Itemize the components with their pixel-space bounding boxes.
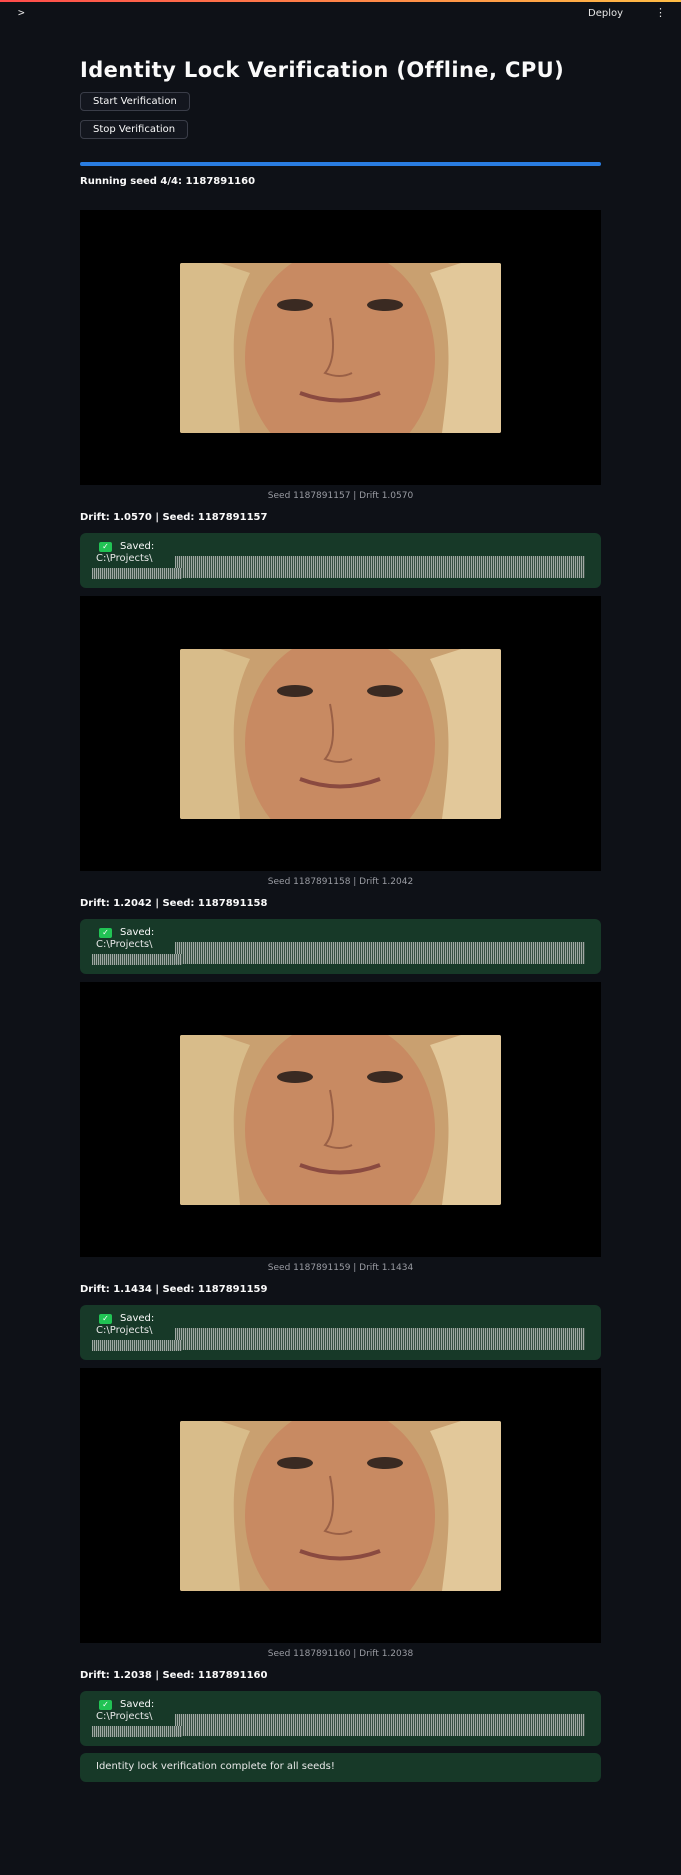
deploy-button[interactable]: Deploy [588,8,623,19]
main-content: Identity Lock Verification (Offline, CPU… [80,58,601,187]
redacted-path [175,942,585,964]
saved-alert: ✓ Saved: C:\Projects\ [80,1691,601,1746]
result-image-frame [80,1368,601,1643]
check-icon: ✓ [99,1699,112,1710]
redacted-path [175,1714,585,1736]
saved-path: C:\Projects\ [96,1711,153,1722]
result-image-frame [80,210,601,485]
completion-message: Identity lock verification complete for … [96,1761,335,1772]
redacted-path-continued [92,1726,182,1737]
status-text: Running seed 4/4: 1187891160 [80,176,256,187]
drift-result-line: Drift: 1.2038 | Seed: 1187891160 [80,1670,268,1681]
image-caption: Seed 1187891160 | Drift 1.2038 [267,1649,414,1659]
check-icon: ✓ [99,1313,112,1324]
redacted-path-continued [92,1340,182,1351]
result-image-frame [80,982,601,1257]
redacted-path-continued [92,568,182,579]
redacted-path [175,556,585,578]
generated-face-image [180,1035,501,1205]
generated-face-image [180,1421,501,1591]
saved-alert: ✓ Saved: C:\Projects\ [80,1305,601,1360]
sidebar-toggle-icon[interactable]: > [18,6,25,19]
check-icon: ✓ [99,927,112,938]
progress-bar [80,162,601,166]
saved-label: Saved: [120,541,155,552]
main-menu-icon[interactable]: ⋮ [655,6,666,19]
saved-path: C:\Projects\ [96,939,153,950]
start-verification-button[interactable]: Start Verification [80,92,190,111]
progress-fill [80,162,601,166]
saved-path: C:\Projects\ [96,553,153,564]
saved-label: Saved: [120,1313,155,1324]
drift-result-line: Drift: 1.1434 | Seed: 1187891159 [80,1284,268,1295]
generated-face-image [180,263,501,433]
check-icon: ✓ [99,541,112,552]
image-caption: Seed 1187891158 | Drift 1.2042 [267,877,414,887]
saved-alert: ✓ Saved: C:\Projects\ [80,533,601,588]
page-title: Identity Lock Verification (Offline, CPU… [80,58,565,82]
generated-face-image [180,649,501,819]
saved-alert: ✓ Saved: C:\Projects\ [80,919,601,974]
image-caption: Seed 1187891157 | Drift 1.0570 [267,491,414,501]
completion-alert: Identity lock verification complete for … [80,1753,601,1782]
saved-label: Saved: [120,927,155,938]
app-header: > Deploy ⋮ [0,2,681,26]
image-caption: Seed 1187891159 | Drift 1.1434 [267,1263,414,1273]
saved-path: C:\Projects\ [96,1325,153,1336]
drift-result-line: Drift: 1.0570 | Seed: 1187891157 [80,512,268,523]
redacted-path-continued [92,954,182,965]
drift-result-line: Drift: 1.2042 | Seed: 1187891158 [80,898,268,909]
saved-label: Saved: [120,1699,155,1710]
redacted-path [175,1328,585,1350]
stop-verification-button[interactable]: Stop Verification [80,120,189,139]
result-image-frame [80,596,601,871]
